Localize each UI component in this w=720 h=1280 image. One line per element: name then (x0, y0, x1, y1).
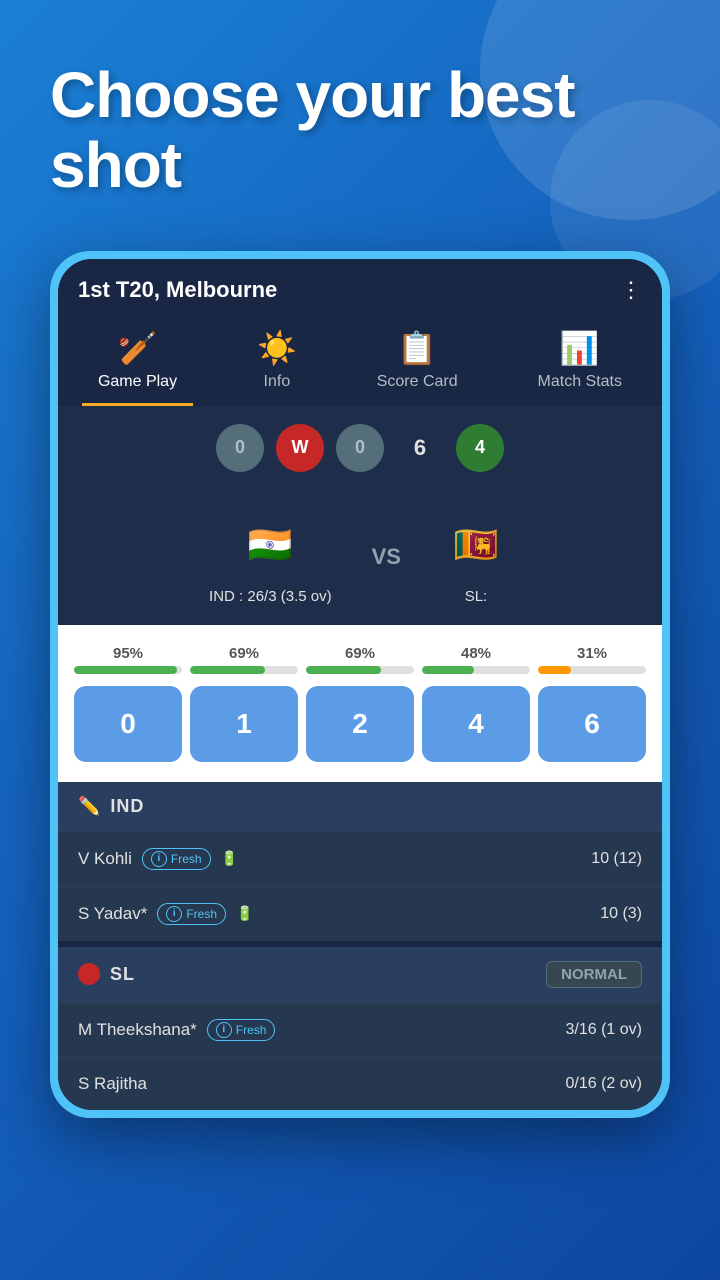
headline-text: Choose your best shot (50, 60, 670, 201)
ind-team-header: ✏️ IND (58, 782, 662, 831)
shot-6-bar-container (538, 666, 646, 674)
player-score-rajitha: 0/16 (2 ov) (566, 1075, 642, 1093)
table-row: V Kohli i Fresh 🔋 10 (12) (58, 831, 662, 886)
headline-section: Choose your best shot (0, 0, 720, 231)
player-left-yadav: S Yadav* i Fresh 🔋 (78, 903, 253, 925)
sl-score: SL: (465, 588, 488, 605)
player-name-yadav: S Yadav* (78, 904, 147, 924)
sl-dot-icon (78, 963, 100, 985)
player-name-rajitha: S Rajitha (78, 1074, 147, 1094)
ind-flag: 🇮🇳 (235, 510, 305, 580)
info-icon-kohli: i (151, 851, 167, 867)
shot-2: 69% 2 (306, 645, 414, 762)
player-name-theekshana: M Theekshana* (78, 1020, 197, 1040)
info-icon: ☀️ (257, 329, 297, 367)
match-title: 1st T20, Melbourne (78, 277, 277, 303)
info-icon-theekshana: i (216, 1022, 232, 1038)
match-section: 🇮🇳 IND : 26/3 (3.5 ov) VS 🇱🇰 SL: (58, 490, 662, 625)
scorecard-icon: 📋 (397, 329, 437, 367)
shot-4-bar (422, 666, 474, 674)
battery-icon-kohli: 🔋 (221, 850, 238, 867)
ball-4: 4 (456, 424, 504, 472)
fresh-badge-kohli: i Fresh (142, 848, 211, 870)
shot-0: 95% 0 (74, 645, 182, 762)
info-icon-yadav: i (166, 906, 182, 922)
player-score-kohli: 10 (12) (591, 850, 642, 868)
player-left-theekshana: M Theekshana* i Fresh (78, 1019, 275, 1041)
shot-0-bar-container (74, 666, 182, 674)
sl-flag: 🇱🇰 (441, 510, 511, 580)
shot-0-btn[interactable]: 0 (74, 686, 182, 762)
info-label: Info (264, 373, 291, 391)
ball-0-2: 0 (336, 424, 384, 472)
matchstats-label: Match Stats (538, 373, 622, 391)
phone-inner: 1st T20, Melbourne ⋮ 🏏 Game Play ☀️ Info… (58, 259, 662, 1110)
matchstats-icon: 📊 (560, 329, 600, 367)
fresh-badge-yadav: i Fresh (157, 903, 226, 925)
tab-info[interactable]: ☀️ Info (241, 321, 313, 406)
title-bar: 1st T20, Melbourne ⋮ (58, 259, 662, 313)
ind-team-name: IND (110, 796, 144, 817)
ball-6: 6 (396, 424, 444, 472)
tab-scorecard[interactable]: 📋 Score Card (361, 321, 474, 406)
shot-1: 69% 1 (190, 645, 298, 762)
sl-players-section: SL NORMAL M Theekshana* i Fresh 3/16 (1 … (58, 947, 662, 1110)
shot-1-pct: 69% (229, 645, 259, 662)
shot-card: 95% 0 69% 1 69% (58, 625, 662, 782)
shot-2-btn[interactable]: 2 (306, 686, 414, 762)
shot-1-bar-container (190, 666, 298, 674)
more-options-icon[interactable]: ⋮ (620, 277, 642, 303)
shot-0-pct: 95% (113, 645, 143, 662)
player-score-yadav: 10 (3) (600, 905, 642, 923)
ind-players-section: ✏️ IND V Kohli i Fresh 🔋 10 (12) S Yadav… (58, 782, 662, 941)
fresh-label-theekshana: Fresh (236, 1023, 267, 1037)
shot-4: 48% 4 (422, 645, 530, 762)
fresh-badge-theekshana: i Fresh (207, 1019, 276, 1041)
battery-icon-yadav: 🔋 (236, 905, 253, 922)
tab-gameplay[interactable]: 🏏 Game Play (82, 321, 193, 406)
score-balls-row: 0 W 0 6 4 (58, 406, 662, 490)
shot-1-bar (190, 666, 265, 674)
ind-team-icon: ✏️ (78, 796, 100, 817)
shot-6: 31% 6 (538, 645, 646, 762)
player-name-kohli: V Kohli (78, 849, 132, 869)
ball-0: 0 (216, 424, 264, 472)
sl-header-left: SL (78, 963, 135, 985)
player-left-kohli: V Kohli i Fresh 🔋 (78, 848, 238, 870)
fresh-label-kohli: Fresh (171, 852, 202, 866)
scorecard-label: Score Card (377, 373, 458, 391)
ball-w: W (276, 424, 324, 472)
player-left-rajitha: S Rajitha (78, 1074, 147, 1094)
vs-label: VS (372, 544, 401, 570)
shot-4-bar-container (422, 666, 530, 674)
shot-4-pct: 48% (461, 645, 491, 662)
sl-team-info: 🇱🇰 SL: (441, 510, 511, 605)
sl-team-name: SL (110, 964, 135, 985)
ind-score: IND : 26/3 (3.5 ov) (209, 588, 332, 605)
shot-2-bar-container (306, 666, 414, 674)
shot-1-btn[interactable]: 1 (190, 686, 298, 762)
gameplay-icon: 🏏 (118, 329, 158, 367)
phone-container: 1st T20, Melbourne ⋮ 🏏 Game Play ☀️ Info… (50, 251, 670, 1118)
table-row: S Rajitha 0/16 (2 ov) (58, 1057, 662, 1110)
table-row: M Theekshana* i Fresh 3/16 (1 ov) (58, 1002, 662, 1057)
shot-0-bar (74, 666, 177, 674)
tab-matchstats[interactable]: 📊 Match Stats (522, 321, 638, 406)
shot-2-bar (306, 666, 381, 674)
gameplay-label: Game Play (98, 373, 177, 391)
fresh-label-yadav: Fresh (186, 907, 217, 921)
shot-4-btn[interactable]: 4 (422, 686, 530, 762)
ind-team-info: 🇮🇳 IND : 26/3 (3.5 ov) (209, 510, 332, 605)
difficulty-badge[interactable]: NORMAL (546, 961, 642, 988)
sl-team-header: SL NORMAL (58, 947, 662, 1002)
shot-options: 95% 0 69% 1 69% (74, 645, 646, 762)
shot-6-pct: 31% (577, 645, 607, 662)
nav-tabs: 🏏 Game Play ☀️ Info 📋 Score Card 📊 Match… (58, 313, 662, 406)
shot-6-bar (538, 666, 571, 674)
player-score-theekshana: 3/16 (1 ov) (566, 1021, 642, 1039)
table-row: S Yadav* i Fresh 🔋 10 (3) (58, 886, 662, 941)
shot-2-pct: 69% (345, 645, 375, 662)
shot-6-btn[interactable]: 6 (538, 686, 646, 762)
